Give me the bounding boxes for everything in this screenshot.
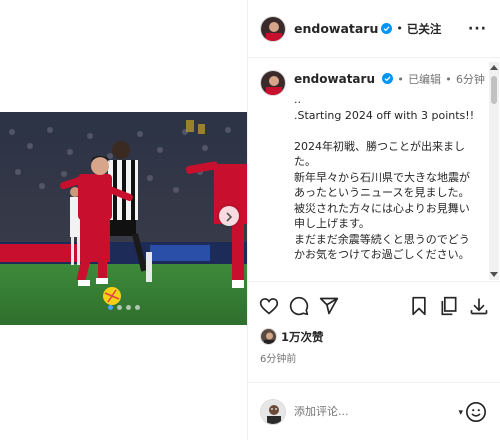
comments-scrollbar[interactable] (489, 62, 499, 280)
chevron-right-icon (225, 207, 233, 226)
post-timestamp: 6分钟前 (260, 354, 297, 365)
post-side-panel: endowataru • 已关注 ··· endowataru • 已编辑 • … (247, 0, 500, 440)
emoji-dropdown-caret[interactable]: ▾ (458, 408, 463, 418)
caption-header: endowataru • 已编辑 • 6分钟 (294, 71, 485, 87)
carousel-indicator (108, 305, 140, 310)
send-icon[interactable] (318, 295, 340, 317)
scrollbar-thumb[interactable] (491, 76, 497, 104)
caption-separator: • (397, 73, 404, 86)
scroll-down-arrow-icon[interactable] (490, 272, 498, 277)
carousel-dot (117, 305, 122, 310)
comment-icon[interactable] (288, 295, 310, 317)
bookmark-icon[interactable] (408, 295, 430, 317)
header-separator: • (396, 22, 403, 35)
caption-text: .. .Starting 2024 off with 3 points!! 20… (294, 93, 475, 261)
more-horizontal-icon[interactable]: ··· (468, 21, 487, 37)
carousel-dot (126, 305, 131, 310)
post-actions (248, 292, 500, 322)
carousel-next-button[interactable] (219, 206, 239, 226)
post-header: endowataru • 已关注 ··· (248, 0, 500, 58)
carousel-dot (135, 305, 140, 310)
author-avatar[interactable] (260, 15, 286, 42)
carousel-dot (108, 305, 113, 310)
caption-time: 6分钟 (455, 73, 485, 86)
liker-avatar (260, 328, 277, 345)
emoji-icon[interactable] (465, 401, 487, 423)
heart-icon[interactable] (258, 295, 280, 317)
like-count[interactable]: 1万次赞 (281, 329, 324, 345)
download-icon[interactable] (468, 295, 490, 317)
scroll-up-arrow-icon[interactable] (490, 65, 498, 70)
edited-label: 已编辑 (408, 73, 442, 86)
caption-author-avatar[interactable] (260, 70, 286, 96)
media-area (0, 0, 247, 440)
likes-row[interactable]: 1万次赞 (260, 328, 324, 345)
follow-status-button[interactable]: 已关注 (407, 21, 442, 37)
caption-username[interactable]: endowataru (294, 72, 375, 86)
comments-area: endowataru • 已编辑 • 6分钟 .. .Starting 2024… (248, 58, 500, 282)
post-photo[interactable] (0, 112, 247, 325)
author-username[interactable]: endowataru (294, 21, 378, 36)
verified-badge-icon (381, 23, 393, 34)
copy-icon[interactable] (438, 295, 460, 317)
caption-separator: • (445, 73, 452, 86)
add-comment-bar: ▾ (248, 382, 500, 440)
current-user-avatar (260, 398, 286, 425)
verified-badge-icon (382, 73, 394, 84)
comment-input[interactable] (294, 405, 444, 418)
